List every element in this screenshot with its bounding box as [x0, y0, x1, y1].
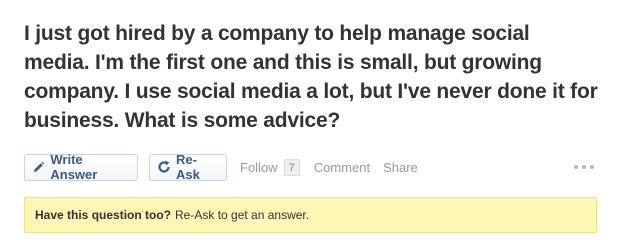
write-answer-label: Write Answer	[50, 152, 98, 182]
question-title[interactable]: I just got hired by a company to help ma…	[24, 19, 599, 135]
follow-count-badge: 7	[283, 158, 300, 176]
reask-button[interactable]: Re-Ask	[149, 152, 227, 182]
notice-bold-text: Have this question too?	[35, 208, 172, 222]
pencil-icon	[32, 160, 45, 174]
comment-link[interactable]: Comment	[314, 160, 370, 175]
follow-label: Follow	[240, 159, 278, 175]
notice-text: Re-Ask to get an answer.	[175, 208, 310, 222]
share-link[interactable]: Share	[383, 160, 418, 175]
reask-label: Re-Ask	[176, 152, 200, 182]
ellipsis-icon	[574, 165, 578, 169]
reask-notice: Have this question too? Re-Ask to get an…	[24, 197, 597, 233]
follow-link[interactable]: Follow 7	[240, 158, 300, 176]
more-options-button[interactable]	[574, 165, 594, 169]
refresh-icon	[157, 160, 171, 174]
action-bar: Write Answer Re-Ask Follow 7 Comment Sha…	[24, 152, 599, 182]
question-page: I just got hired by a company to help ma…	[0, 0, 617, 244]
write-answer-button[interactable]: Write Answer	[24, 152, 138, 182]
